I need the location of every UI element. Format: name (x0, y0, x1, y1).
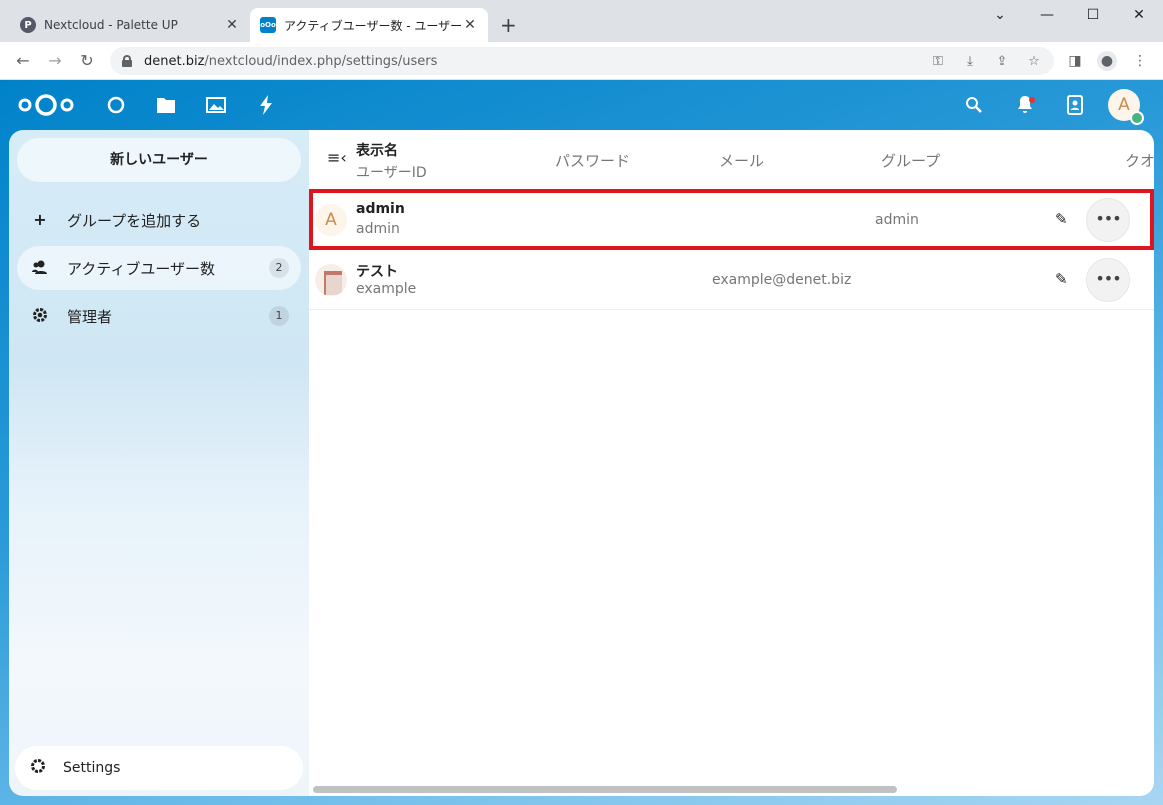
settings-button[interactable]: Settings (15, 746, 303, 790)
tab-title: アクティブユーザー数 - ユーザー - ユーザー (284, 18, 462, 33)
groups-header: グループ (881, 152, 941, 170)
minimize-icon[interactable]: ⌄ (977, 4, 1023, 26)
forward-icon[interactable]: → (44, 50, 66, 72)
back-icon[interactable]: ← (12, 50, 34, 72)
url-host: denet.biz (144, 53, 205, 69)
sidebar-item-add-group[interactable]: + グループを追加する (17, 198, 301, 242)
users-icon (31, 259, 49, 277)
settings-label: Settings (63, 760, 121, 776)
sidebar-item-label: グループを追加する (67, 211, 202, 230)
quota-header: クオ (1125, 152, 1154, 170)
photos-icon[interactable] (204, 93, 228, 117)
table-row[interactable]: テスト example example@denet.biz ✎ ••• (309, 250, 1154, 310)
sidebar-item-label: アクティブユーザー数 (67, 259, 216, 278)
search-icon[interactable] (962, 93, 986, 117)
display-name-label: 表示名 (356, 143, 398, 159)
new-tab-icon[interactable]: + (500, 14, 517, 36)
address-bar[interactable]: denet.biz/nextcloud/index.php/settings/u… (110, 47, 1054, 75)
nextcloud-logo-icon[interactable] (16, 93, 76, 117)
user-groups: admin (875, 212, 919, 228)
nextcloud-app: A 新しいユーザー + グループを追加する アクティブユーザー数 2 管理者 1 (0, 80, 1163, 805)
files-icon[interactable] (154, 93, 178, 117)
menu-kebab-icon[interactable]: ⋮ (1130, 51, 1150, 71)
more-actions-button[interactable]: ••• (1086, 258, 1130, 302)
notification-dot (1029, 97, 1035, 103)
bookmark-star-icon[interactable]: ☆ (1024, 53, 1044, 71)
nextcloud-header: A (0, 80, 1163, 130)
browser-tabstrip: P Nextcloud - Palette UP ✕ oOo アクティブユーザー… (0, 0, 1163, 42)
lock-icon (122, 55, 132, 67)
gear-icon (29, 758, 47, 778)
user-id: example (356, 281, 417, 297)
new-user-button[interactable]: 新しいユーザー (17, 138, 301, 182)
avatar-letter: A (1118, 95, 1130, 115)
user-avatar[interactable]: A (1108, 89, 1144, 125)
browser-tab-palette[interactable]: P Nextcloud - Palette UP ✕ (10, 8, 250, 42)
install-icon[interactable]: ⤓ (960, 53, 980, 71)
count-badge: 1 (269, 306, 289, 326)
tab-title: Nextcloud - Palette UP (44, 18, 178, 32)
share-icon[interactable]: ⇪ (992, 53, 1012, 71)
edit-pencil-icon[interactable]: ✎ (1055, 270, 1068, 288)
profile-icon[interactable]: ● (1097, 51, 1117, 71)
users-table-header: ≡‹ 表示名 ユーザーID パスワード メール グループ クオ (309, 130, 1154, 190)
key-icon[interactable]: ⚿ (928, 53, 948, 71)
count-badge: 2 (269, 258, 289, 278)
table-row[interactable]: A admin admin admin ✎ ••• (309, 190, 1154, 250)
minimize-icon[interactable]: — (1024, 4, 1070, 26)
user-display-name: admin (356, 201, 405, 217)
browser-tab-users[interactable]: oOo アクティブユーザー数 - ユーザー - ユーザー ✕ (250, 8, 488, 42)
more-actions-button[interactable]: ••• (1086, 198, 1130, 242)
user-display-name: テスト (356, 264, 398, 280)
user-id-label: ユーザーID (356, 165, 427, 181)
close-icon[interactable]: ✕ (1116, 4, 1162, 26)
tab-close-icon[interactable]: ✕ (462, 17, 478, 33)
user-email: example@denet.biz (712, 272, 852, 288)
user-id: admin (356, 221, 400, 237)
sidebar-item-active-users[interactable]: アクティブユーザー数 2 (17, 246, 301, 290)
app-navigation: 新しいユーザー + グループを追加する アクティブユーザー数 2 管理者 1 S… (9, 130, 309, 796)
url-path: /nextcloud/index.php/settings/users (204, 53, 438, 69)
contacts-icon[interactable] (1063, 93, 1087, 117)
avatar (315, 264, 347, 296)
avatar: A (315, 204, 347, 236)
tab-close-icon[interactable]: ✕ (224, 17, 240, 33)
sidebar-item-admins[interactable]: 管理者 1 (17, 294, 301, 338)
plus-icon: + (33, 210, 47, 229)
password-header: パスワード (555, 152, 631, 170)
nextcloud-favicon-icon: oOo (260, 17, 276, 33)
reload-icon[interactable]: ↻ (76, 50, 98, 72)
display-name-header: 表示名 ユーザーID (356, 140, 427, 182)
browser-toolbar: ← → ↻ denet.biz/nextcloud/index.php/sett… (0, 42, 1163, 80)
admin-gear-icon (31, 307, 49, 325)
activity-icon[interactable] (254, 93, 278, 117)
maximize-icon[interactable]: ☐ (1070, 4, 1116, 26)
online-status-icon (1130, 111, 1144, 125)
side-panel-icon[interactable]: ◨ (1065, 51, 1085, 71)
edit-pencil-icon[interactable]: ✎ (1055, 210, 1068, 228)
toggle-navigation-icon[interactable]: ≡‹ (327, 148, 347, 167)
email-header: メール (719, 152, 765, 170)
sidebar-item-label: 管理者 (67, 307, 113, 326)
palette-favicon-icon: P (20, 17, 36, 33)
users-list: ≡‹ 表示名 ユーザーID パスワード メール グループ クオ A admin … (309, 130, 1154, 796)
horizontal-scrollbar[interactable] (313, 786, 897, 793)
dashboard-icon[interactable] (104, 93, 128, 117)
